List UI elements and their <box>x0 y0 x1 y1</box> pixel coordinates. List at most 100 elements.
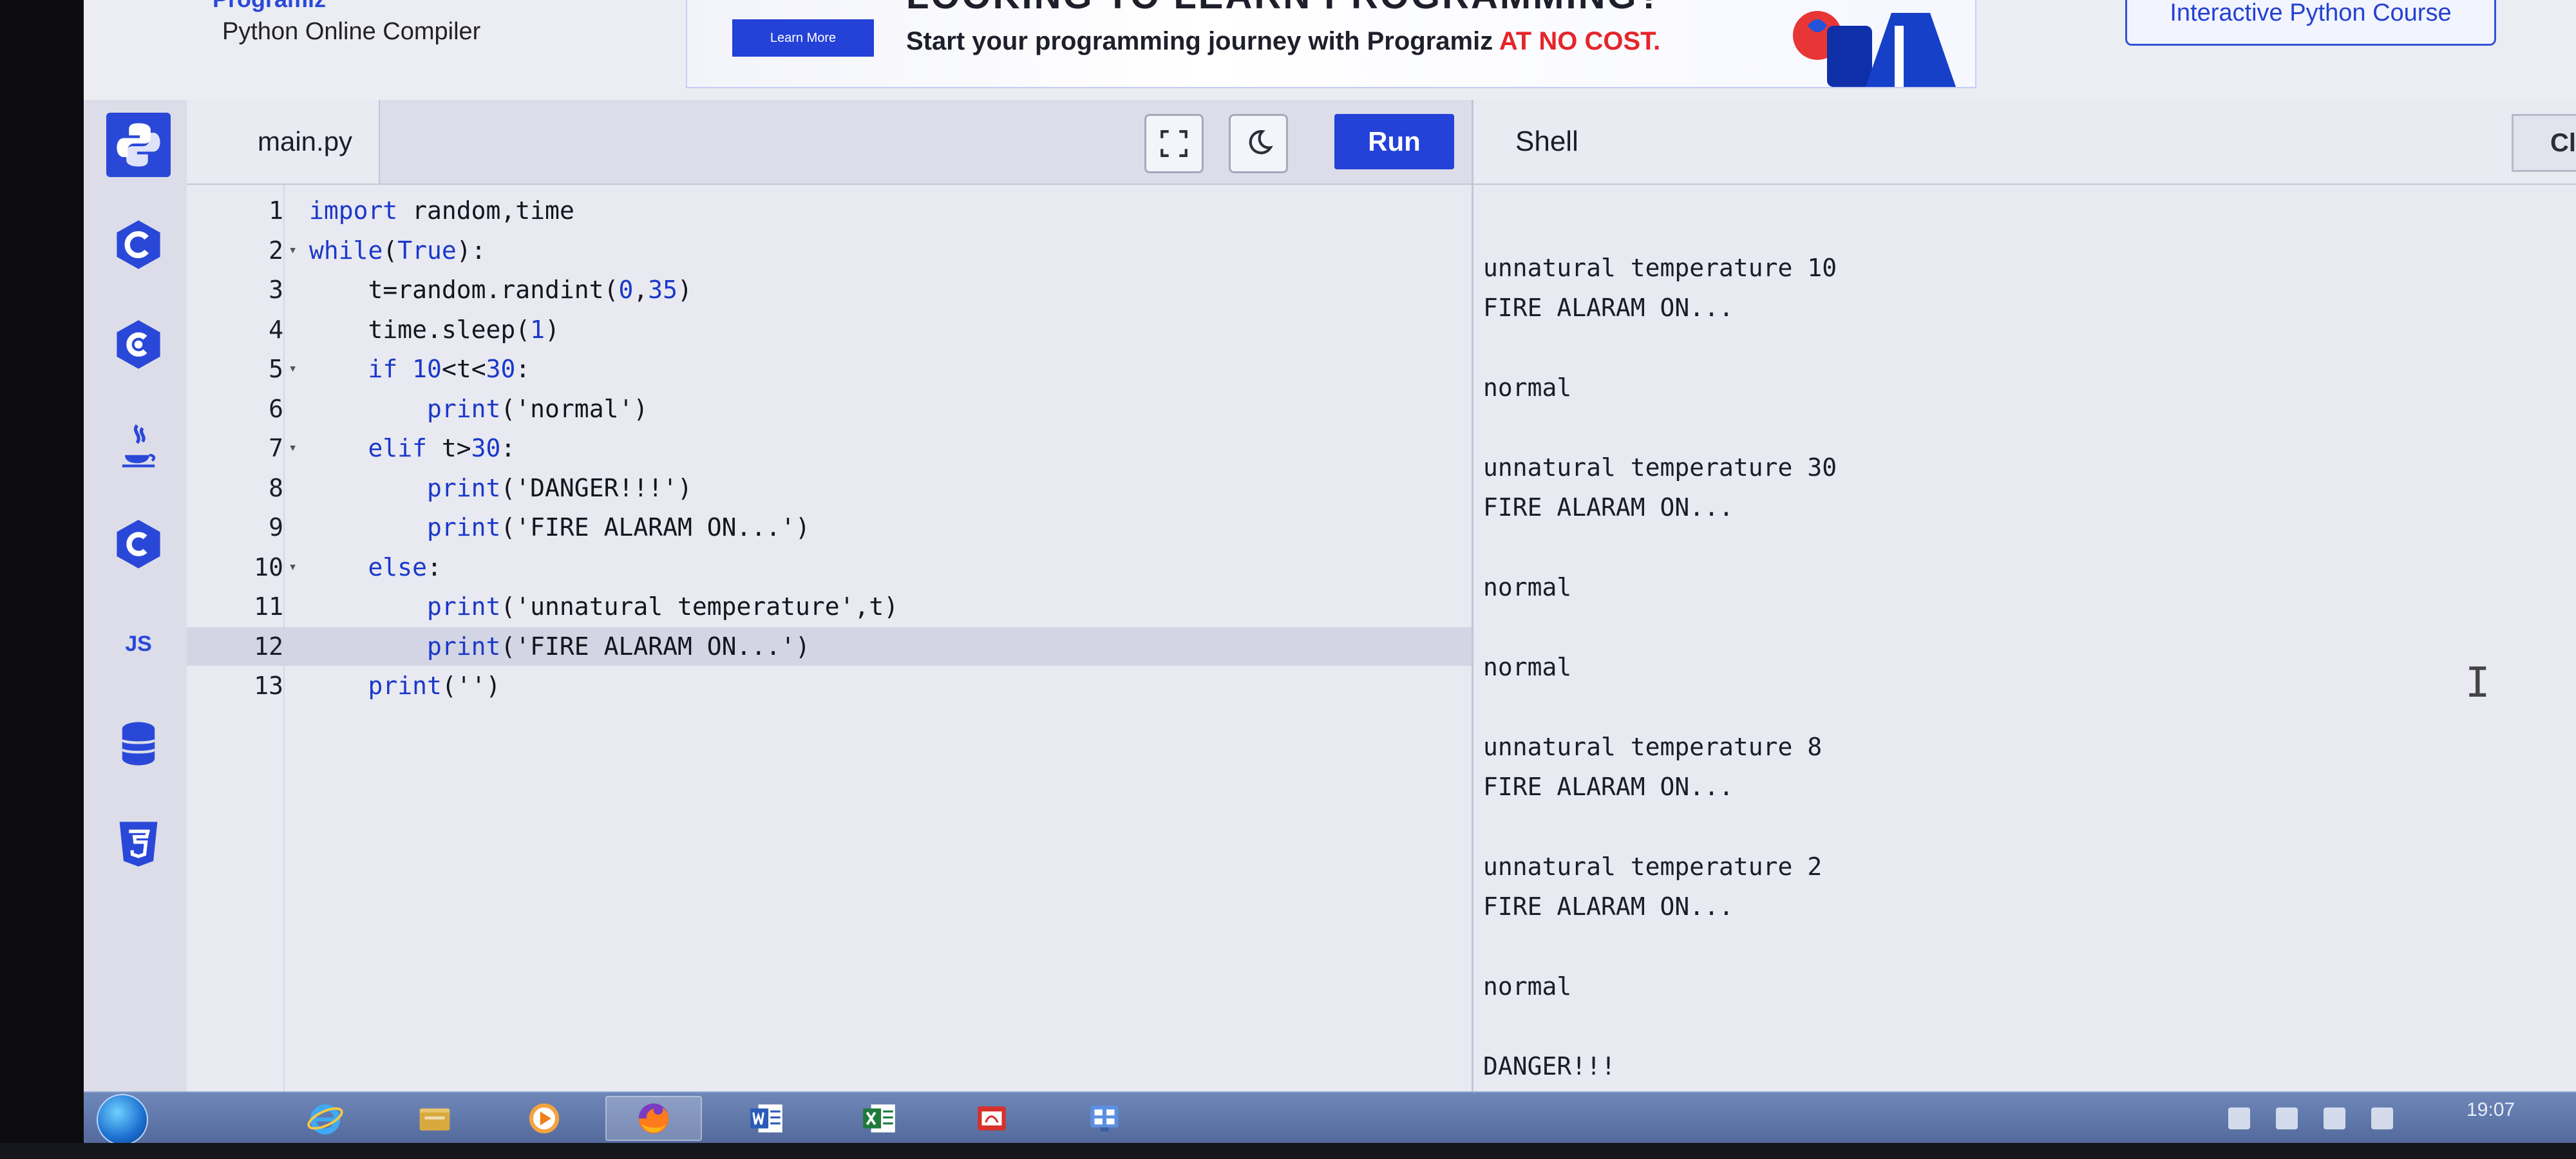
rail-item-c[interactable] <box>106 212 171 277</box>
code-text: print('unnatural temperature',t) <box>427 592 899 621</box>
code-line[interactable]: 3 t=random.randint(0,35) <box>187 270 1472 309</box>
ad-illustration <box>1793 11 1956 87</box>
taskbar-file-explorer[interactable] <box>386 1096 483 1141</box>
code-line[interactable]: 12 print('FIRE ALARAM ON...') <box>187 627 1472 666</box>
code-editor[interactable]: 1 import random,time 2 ▾ while(True): 3 t=ran… <box>187 185 1472 1091</box>
shell-output-line: unnatural temperature 8 <box>1483 733 1823 761</box>
fold-toggle-icon[interactable]: ▾ <box>289 548 297 587</box>
shell-output-line: unnatural temperature 10 <box>1483 254 1837 282</box>
pdf-reader-icon <box>978 1106 1006 1131</box>
control-panel-icon <box>1090 1105 1119 1132</box>
shell-output-line: FIRE ALARAM ON... <box>1483 493 1734 522</box>
ad-text: Start your programming journey with Prog… <box>906 27 1660 56</box>
taskbar-firefox[interactable] <box>605 1096 702 1141</box>
rail-item-python[interactable] <box>106 113 171 177</box>
code-line[interactable]: 4 time.sleep(1) <box>187 310 1472 349</box>
code-text: print('FIRE ALARAM ON...') <box>427 632 810 661</box>
rail-item-html[interactable] <box>106 811 171 876</box>
taskbar: 19:07 <box>84 1091 2576 1143</box>
rail-item-cpp[interactable] <box>106 312 171 377</box>
shell-output[interactable]: unnatural temperature 10 FIRE ALARAM ON..… <box>1472 185 2576 1091</box>
interactive-course-button[interactable]: Interactive Python Course <box>2125 0 2496 46</box>
firefox-icon <box>638 1103 669 1134</box>
code-line[interactable]: 2 ▾ while(True): <box>187 231 1472 270</box>
moon-icon <box>1249 130 1273 155</box>
taskbar-control-panel[interactable] <box>1056 1096 1153 1141</box>
brand-logo[interactable]: Programiz <box>213 0 326 13</box>
line-number: 10 <box>254 552 283 581</box>
media-player-icon <box>529 1103 560 1134</box>
fullscreen-icon <box>1160 130 1188 157</box>
ad-learn-more-button[interactable]: Learn More <box>732 19 874 57</box>
file-explorer-icon <box>419 1108 450 1131</box>
dark-mode-button[interactable] <box>1229 114 1288 173</box>
line-number: 6 <box>269 394 283 423</box>
code-line[interactable]: 7 ▾ elif t>30: <box>187 429 1472 467</box>
ad-headline: LOOKING TO LEARN PROGRAMMING? <box>906 0 1663 17</box>
file-tab-main[interactable]: main.py <box>187 100 380 184</box>
html5-icon <box>119 822 158 867</box>
code-text: elif t>30: <box>368 434 516 462</box>
line-number: 5 <box>269 355 283 383</box>
code-line[interactable]: 10 ▾ else: <box>187 548 1472 587</box>
flag-icon[interactable] <box>2228 1107 2250 1129</box>
shell-output-line: normal <box>1483 972 1572 1001</box>
taskbar-pdf-reader[interactable] <box>943 1096 1040 1141</box>
code-text: t=random.randint(0,35) <box>309 276 692 304</box>
line-number: 1 <box>269 196 283 225</box>
code-text: print('DANGER!!!') <box>427 473 692 502</box>
ad-banner[interactable]: LOOKING TO LEARN PROGRAMMING? Learn More… <box>686 0 1976 88</box>
rail-item-sql[interactable] <box>106 711 171 776</box>
run-button[interactable]: Run <box>1334 114 1454 169</box>
fold-toggle-icon[interactable]: ▾ <box>289 231 297 270</box>
shell-output-line: normal <box>1483 573 1572 601</box>
rail-item-csharp[interactable] <box>106 512 171 576</box>
fold-toggle-icon[interactable]: ▾ <box>289 350 297 388</box>
code-line[interactable]: 8 print('DANGER!!!') <box>187 469 1472 507</box>
code-line[interactable]: 13 print('') <box>187 666 1472 705</box>
database-icon <box>120 722 156 766</box>
line-number: 3 <box>269 276 283 304</box>
rail-item-java[interactable] <box>106 412 171 476</box>
js-icon: JS <box>125 631 152 656</box>
taskbar-word[interactable] <box>718 1096 815 1141</box>
code-line[interactable]: 9 print('FIRE ALARAM ON...') <box>187 508 1472 547</box>
fullscreen-button[interactable] <box>1144 114 1204 173</box>
fold-toggle-icon[interactable]: ▾ <box>289 429 297 467</box>
rail-item-js[interactable]: JS <box>106 612 171 676</box>
code-line[interactable]: 1 import random,time <box>187 191 1472 230</box>
taskbar-internet-explorer[interactable] <box>277 1096 374 1141</box>
shell-output-line: unnatural temperature 2 <box>1483 853 1823 881</box>
java-icon <box>122 424 156 467</box>
line-number: 9 <box>269 513 283 542</box>
start-button[interactable] <box>97 1094 148 1143</box>
network-icon[interactable] <box>2324 1107 2345 1129</box>
screen: Programiz Python Online Compiler LOOKING… <box>84 0 2576 1143</box>
shell-output-line: FIRE ALARAM ON... <box>1483 294 1734 322</box>
battery-icon[interactable] <box>2276 1107 2298 1129</box>
code-line[interactable]: 5 ▾ if 10<t<30: <box>187 350 1472 388</box>
taskbar-excel[interactable] <box>831 1096 927 1141</box>
taskbar-media-player[interactable] <box>496 1096 592 1141</box>
code-text: print('FIRE ALARAM ON...') <box>427 513 810 542</box>
screen-bezel-left <box>0 0 84 1159</box>
language-rail: JS <box>84 100 188 1091</box>
line-number: 8 <box>269 473 283 502</box>
volume-icon[interactable] <box>2371 1107 2393 1129</box>
shell-output-line: normal <box>1483 373 1572 402</box>
taskbar-clock[interactable]: 19:07 <box>2467 1099 2515 1121</box>
shell-output-line: unnatural temperature 30 <box>1483 453 1837 482</box>
ad-text-main: Start your programming journey with Prog… <box>906 27 1499 55</box>
code-line[interactable]: 6 print('normal') <box>187 390 1472 428</box>
clear-button[interactable]: Clear <box>2512 114 2576 172</box>
csharp-icon <box>117 520 160 569</box>
code-text: print('') <box>368 672 501 700</box>
code-text: else: <box>368 552 442 581</box>
code-line[interactable]: 11 print('unnatural temperature',t) <box>187 587 1472 626</box>
shell-output-line: normal <box>1483 653 1572 681</box>
text-cursor-icon: I <box>2465 659 2490 707</box>
c-icon <box>117 220 160 269</box>
excel-icon <box>863 1104 895 1133</box>
internet-explorer-icon <box>307 1104 343 1135</box>
line-number: 11 <box>254 592 283 621</box>
